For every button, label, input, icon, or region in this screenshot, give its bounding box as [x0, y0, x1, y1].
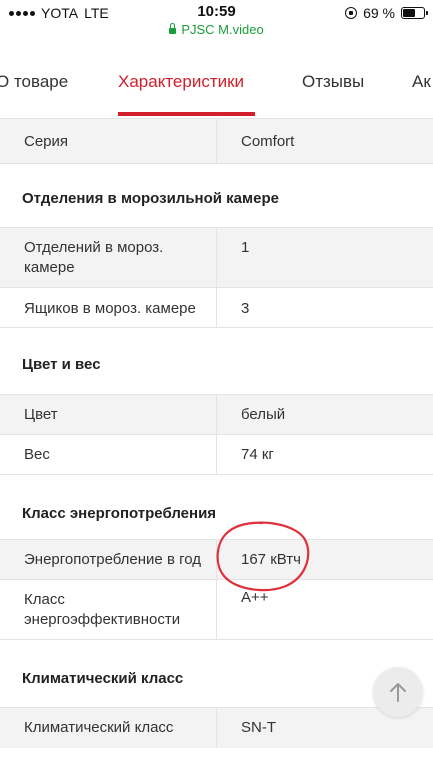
status-bar: YOTA LTE 10:59 PJSC M.video 69 %	[0, 0, 433, 44]
spec-value: 74 кг	[241, 446, 274, 463]
spec-value: 1	[241, 239, 250, 256]
cell-divider	[216, 119, 217, 164]
spec-name: Отделений в мороз. камере	[24, 239, 164, 276]
spec-value: 167 кВтч	[241, 551, 301, 568]
spec-row-weight: Вес 74 кг	[0, 434, 433, 475]
section-title-color-weight: Цвет и вес	[22, 356, 101, 373]
cell-divider	[216, 435, 217, 475]
system-icons: 69 %	[345, 5, 428, 21]
spec-name: Серия	[24, 133, 69, 150]
section-header-energy: Класс энергопотребления	[0, 474, 433, 540]
battery-level	[403, 9, 415, 17]
tab-promotions[interactable]: Ак	[412, 72, 431, 92]
spec-value: A++	[241, 589, 269, 606]
spec-row-efficiency-class: Класс энергоэффективности A++	[0, 579, 433, 640]
cell-divider	[216, 580, 217, 640]
battery-icon	[401, 7, 428, 19]
spec-name: Ящиков в мороз. камере	[24, 300, 196, 317]
spec-name: Энергопотребление в год	[24, 551, 201, 568]
section-header-climate: Климатический класс	[0, 639, 433, 708]
specifications-list: Серия Comfort	[0, 118, 433, 164]
spec-row-color: Цвет белый	[0, 394, 433, 435]
spec-row-freezer-compartments: Отделений в мороз. камере 1	[0, 227, 433, 288]
tab-specifications[interactable]: Характеристики	[118, 72, 244, 92]
tab-reviews[interactable]: Отзывы	[302, 72, 364, 92]
spec-row-freezer-drawers: Ящиков в мороз. камере 3	[0, 287, 433, 328]
section-title-energy: Класс энергопотребления	[22, 505, 217, 522]
rotation-lock-icon	[345, 7, 358, 19]
cell-divider	[216, 228, 217, 288]
spec-row-series: Серия Comfort	[0, 118, 433, 164]
battery-percent: 69 %	[363, 5, 395, 21]
section-title-freezer: Отделения в морозильной камере	[22, 190, 279, 207]
section-title-climate: Климатический класс	[22, 670, 184, 687]
cell-divider	[216, 288, 217, 328]
spec-value: Comfort	[241, 133, 295, 150]
cell-divider	[216, 708, 217, 748]
spec-value: белый	[241, 406, 286, 423]
site-name: PJSC M.video	[181, 22, 264, 37]
spec-name: Вес	[24, 446, 50, 463]
spec-value: SN-T	[241, 719, 276, 736]
section-header-freezer: Отделения в морозильной камере	[0, 163, 433, 228]
spec-row-annual-consumption: Энергопотребление в год 167 кВтч	[0, 539, 433, 580]
arrow-up-icon	[390, 683, 406, 702]
scroll-to-top-button[interactable]	[373, 667, 423, 717]
spec-name: Цвет	[24, 406, 58, 423]
url-bar[interactable]: PJSC M.video	[0, 22, 433, 37]
active-tab-indicator	[118, 112, 255, 116]
lock-icon	[169, 23, 177, 34]
spec-name: Климатический класс	[24, 719, 174, 736]
tab-about[interactable]: О товаре	[0, 72, 68, 92]
cell-divider	[216, 395, 217, 435]
section-header-color-weight: Цвет и вес	[0, 327, 433, 395]
spec-value: 3	[241, 300, 250, 317]
product-tabs: О товаре Характеристики Отзывы Ак	[0, 44, 433, 117]
spec-row-climate-class: Климатический класс SN-T	[0, 707, 433, 748]
spec-name: Класс энергоэффективности	[24, 591, 181, 628]
